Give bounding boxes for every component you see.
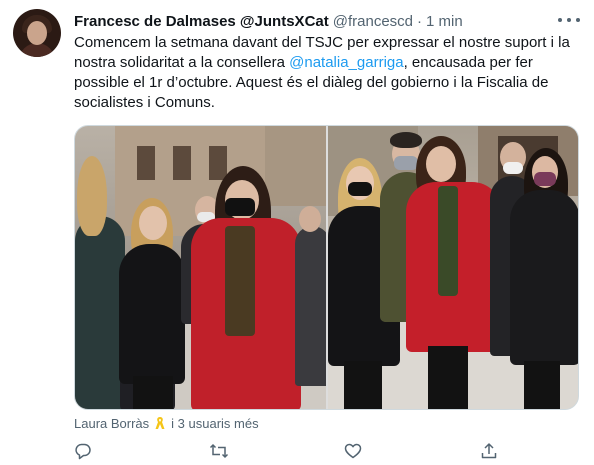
share-button[interactable] (480, 442, 498, 460)
more-options-button[interactable] (558, 10, 580, 30)
media-grid (74, 125, 579, 410)
liked-by[interactable]: Laura Borràs i 3 usuaris més (74, 415, 259, 431)
retweet-button[interactable] (209, 442, 229, 460)
photo-right[interactable] (328, 126, 578, 409)
photo-left[interactable] (75, 126, 326, 409)
tweet-header: Francesc de Dalmases @JuntsXCat @frances… (74, 12, 463, 30)
avatar[interactable] (13, 9, 61, 57)
retweet-icon (209, 443, 229, 459)
tweet-text: Comencem la setmana davant del TSJC per … (74, 33, 574, 113)
separator-dot: · (417, 12, 423, 30)
more-horizontal-icon (558, 18, 562, 22)
liked-by-rest: i 3 usuaris més (171, 415, 259, 431)
liked-by-name[interactable]: Laura Borràs (74, 416, 149, 431)
like-button[interactable] (344, 442, 362, 460)
action-bar (74, 442, 574, 460)
tweet-timestamp[interactable]: 1 min (426, 13, 463, 30)
author-handle[interactable]: @francescd (333, 13, 413, 30)
tweet[interactable]: Francesc de Dalmases @JuntsXCat @frances… (0, 0, 594, 465)
reply-icon (75, 443, 91, 460)
yellow-ribbon-icon (154, 416, 166, 430)
heart-icon (344, 443, 362, 459)
mention-link[interactable]: @natalia_garriga (289, 54, 403, 71)
author-name[interactable]: Francesc de Dalmases @JuntsXCat (74, 13, 329, 30)
reply-button[interactable] (74, 442, 92, 460)
share-icon (481, 443, 497, 459)
